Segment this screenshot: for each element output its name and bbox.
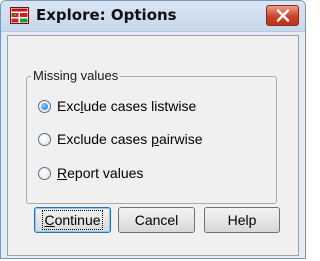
- title-bar[interactable]: Explore: Options: [1, 1, 305, 32]
- spss-app-icon: [10, 7, 29, 24]
- radio-button[interactable]: [38, 166, 51, 180]
- help-button[interactable]: Help: [204, 207, 280, 233]
- missing-values-legend: Missing values: [31, 68, 121, 83]
- window-title: Explore: Options: [36, 6, 177, 24]
- cancel-button[interactable]: Cancel: [118, 207, 195, 233]
- continue-button[interactable]: Continue: [34, 207, 111, 233]
- close-icon: [276, 9, 290, 22]
- cancel-button-label: Cancel: [134, 212, 179, 228]
- missing-values-group: Missing values Exclude cases listwise Ex…: [26, 68, 277, 204]
- radio-label-exclude-pairwise: Exclude cases pairwise: [57, 131, 203, 147]
- close-button[interactable]: [266, 5, 299, 26]
- radio-report-values[interactable]: Report values: [38, 164, 143, 182]
- radio-label-exclude-listwise: Exclude cases listwise: [57, 98, 197, 114]
- help-button-label: Help: [227, 212, 257, 228]
- radio-label-report-values: Report values: [57, 165, 144, 181]
- radio-button[interactable]: [38, 132, 51, 146]
- radio-exclude-pairwise[interactable]: Exclude cases pairwise: [38, 130, 203, 148]
- continue-button-label: Continue: [42, 210, 103, 230]
- radio-exclude-listwise[interactable]: Exclude cases listwise: [38, 97, 196, 115]
- radio-button-selected[interactable]: [38, 99, 51, 113]
